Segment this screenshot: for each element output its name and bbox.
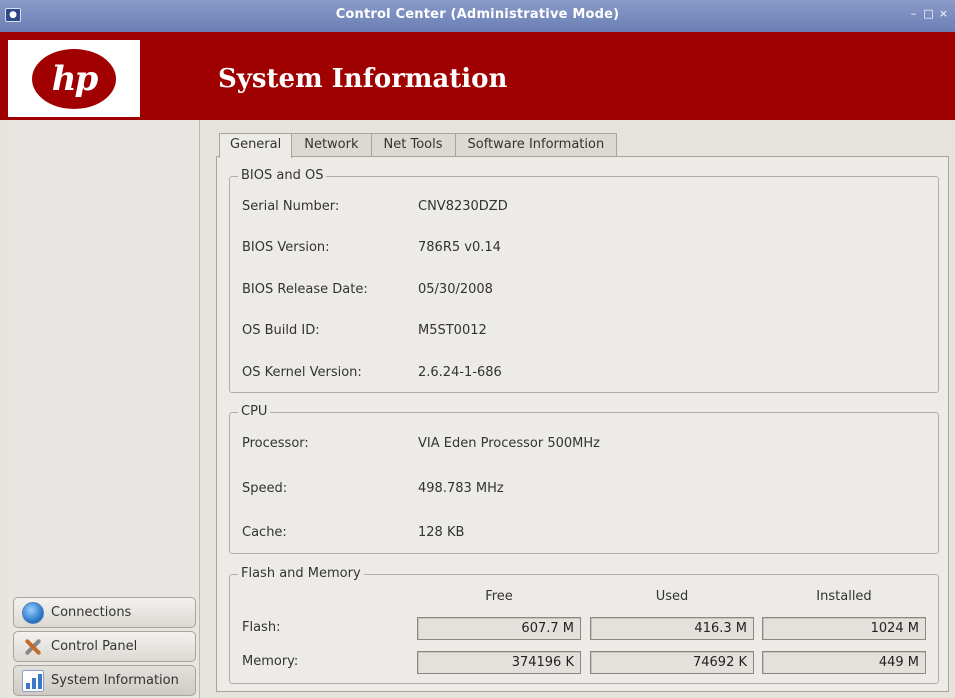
window-controls: – □ ×	[908, 7, 949, 20]
tab-software-information[interactable]: Software Information	[454, 133, 618, 157]
tab-bar: General Network Net Tools Software Infor…	[219, 133, 618, 158]
sidebar-item-label: Control Panel	[51, 639, 138, 654]
page-title: System Information	[218, 64, 508, 94]
flash-label: Flash:	[242, 620, 281, 635]
bios-version-label: BIOS Version:	[242, 240, 330, 255]
group-title: BIOS and OS	[238, 168, 327, 183]
memory-used-field: 74692 K	[590, 651, 754, 674]
hp-logo: hp	[8, 40, 140, 117]
tab-net-tools[interactable]: Net Tools	[370, 133, 456, 157]
sidebar: Connections Control Panel System Informa…	[8, 120, 200, 698]
window-title: Control Center (Administrative Mode)	[335, 7, 620, 22]
speed-value: 498.783 MHz	[418, 481, 504, 496]
sidebar-item-label: Connections	[51, 605, 132, 620]
os-kernel-version-value: 2.6.24-1-686	[418, 365, 502, 380]
tab-general[interactable]: General	[219, 133, 293, 158]
bios-release-date-label: BIOS Release Date:	[242, 282, 368, 297]
hp-logo-mark: hp	[32, 48, 116, 109]
flash-installed-field: 1024 M	[762, 617, 926, 640]
column-header-installed: Installed	[816, 589, 872, 604]
serial-number-value: CNV8230DZD	[418, 199, 508, 214]
flash-used-field: 416.3 M	[590, 617, 754, 640]
column-header-free: Free	[485, 589, 513, 604]
window-titlebar: ● Control Center (Administrative Mode) –…	[0, 0, 955, 32]
header-banner: hp System Information	[0, 32, 955, 120]
group-title: CPU	[238, 404, 271, 419]
group-title: Flash and Memory	[238, 566, 364, 581]
serial-number-label: Serial Number:	[242, 199, 340, 214]
chart-icon	[22, 669, 44, 692]
processor-label: Processor:	[242, 436, 309, 451]
flash-free-field: 607.7 M	[417, 617, 581, 640]
maximize-icon[interactable]: □	[923, 7, 934, 20]
tab-network[interactable]: Network	[291, 133, 372, 157]
cache-value: 128 KB	[418, 525, 465, 540]
os-build-id-label: OS Build ID:	[242, 323, 320, 338]
sidebar-item-system-information[interactable]: System Information	[13, 665, 196, 696]
close-icon[interactable]: ×	[938, 7, 949, 20]
minimize-icon[interactable]: –	[908, 7, 919, 20]
memory-label: Memory:	[242, 654, 299, 669]
speed-label: Speed:	[242, 481, 288, 496]
sidebar-item-control-panel[interactable]: Control Panel	[13, 631, 196, 662]
cpu-group: CPU Processor: VIA Eden Processor 500MHz…	[229, 404, 939, 554]
flash-memory-group: Flash and Memory Free Used Installed Fla…	[229, 566, 939, 684]
processor-value: VIA Eden Processor 500MHz	[418, 436, 600, 451]
os-build-id-value: M5ST0012	[418, 323, 487, 338]
bios-os-group: BIOS and OS Serial Number: CNV8230DZD BI…	[229, 168, 939, 393]
cache-label: Cache:	[242, 525, 287, 540]
sidebar-item-connections[interactable]: Connections	[13, 597, 196, 628]
sidebar-item-label: System Information	[51, 673, 179, 688]
column-header-used: Used	[655, 589, 689, 604]
memory-free-field: 374196 K	[417, 651, 581, 674]
globe-icon	[22, 601, 44, 624]
tools-icon	[22, 636, 44, 658]
memory-installed-field: 449 M	[762, 651, 926, 674]
os-kernel-version-label: OS Kernel Version:	[242, 365, 362, 380]
bios-release-date-value: 05/30/2008	[418, 282, 493, 297]
bios-version-value: 786R5 v0.14	[418, 240, 501, 255]
